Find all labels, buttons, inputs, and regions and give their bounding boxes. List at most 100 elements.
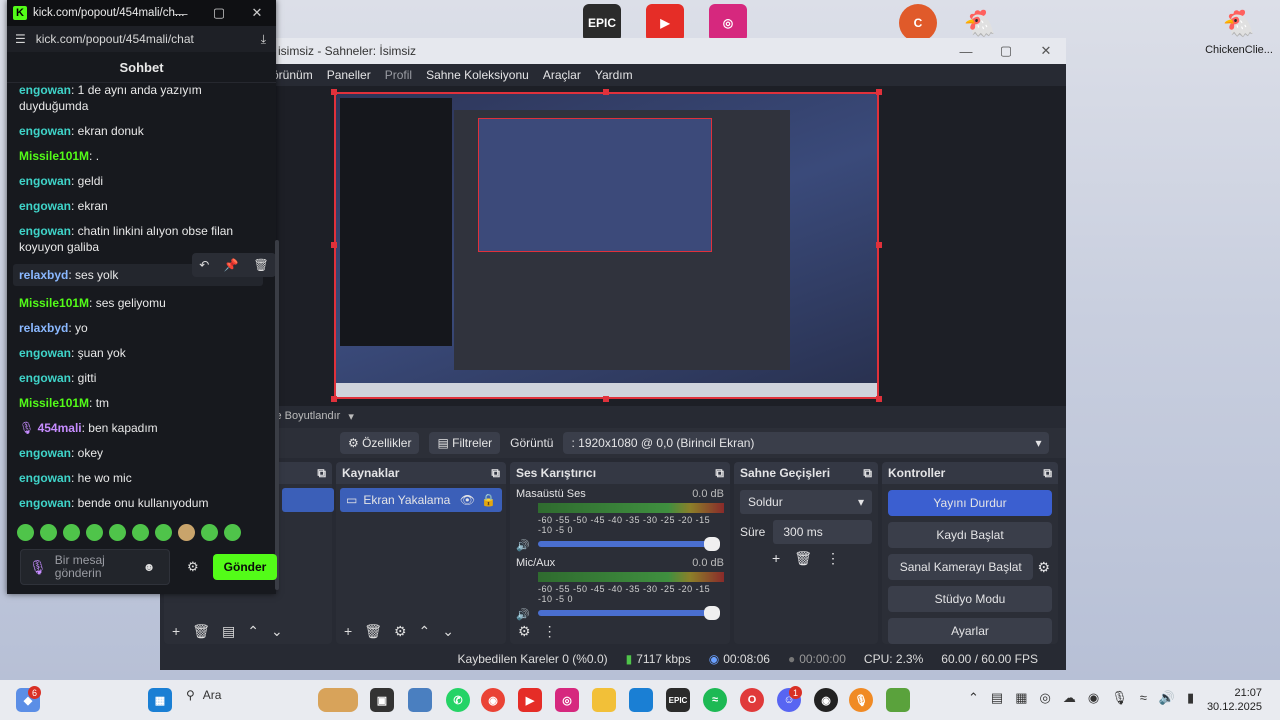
chat-username[interactable]: engowan — [19, 83, 71, 97]
chat-username[interactable]: Missile101M — [19, 296, 89, 310]
chat-username[interactable]: relaxbyd — [19, 321, 68, 335]
chat-message[interactable]: engowan: ekran — [7, 198, 269, 214]
filters-button[interactable]: ▤ Filtreler — [429, 432, 501, 454]
microphone-app-icon[interactable]: 🎙 — [849, 688, 873, 712]
resize-handle[interactable] — [876, 242, 882, 248]
epic-games-icon[interactable]: EPIC — [666, 688, 690, 712]
menu-view[interactable]: örünüm — [272, 68, 313, 82]
volume-icon[interactable]: 🔊 — [1159, 690, 1175, 706]
chat-username[interactable]: engowan — [19, 199, 71, 213]
chevron-up-icon[interactable]: ⌃ — [968, 690, 979, 706]
taskbar-search[interactable]: ⚲ Ara — [186, 688, 221, 702]
resize-handle[interactable] — [603, 89, 609, 95]
send-button[interactable]: Gönder — [213, 554, 277, 580]
start-virtual-camera-button[interactable]: Sanal Kamerayı Başlat — [888, 554, 1034, 580]
reply-icon[interactable]: ↶ — [199, 258, 209, 272]
trash-icon[interactable]: 🗑 — [253, 258, 268, 272]
volume-slider[interactable] — [538, 606, 720, 620]
chat-username[interactable]: engowan — [19, 346, 71, 360]
kick-url[interactable]: kick.com/popout/454mali/chat — [36, 32, 194, 46]
chat-message[interactable]: Missile101M: . — [7, 148, 269, 164]
pin-icon[interactable]: 📌 — [224, 258, 239, 272]
whatsapp-icon[interactable]: ✆ — [446, 688, 470, 712]
store-icon[interactable] — [629, 688, 653, 712]
search-highlight-icon[interactable] — [318, 688, 358, 712]
minimize-icon[interactable]: — — [946, 38, 986, 64]
menu-dots-icon[interactable]: ⋮ — [543, 623, 557, 640]
gear-icon[interactable]: ⚙ — [394, 623, 407, 640]
chat-message[interactable]: engowan: ekran donuk — [7, 123, 269, 139]
display-select[interactable]: : 1920x1080 @ 0,0 (Birincil Ekran) ▾ — [563, 432, 1050, 454]
tray-app-icon[interactable]: ▤ — [991, 690, 1003, 706]
chat-message[interactable]: engowan: gitti — [7, 370, 269, 386]
menu-dots-icon[interactable]: ⋮ — [826, 550, 840, 567]
tray-app-icon[interactable]: ▦ — [1015, 690, 1027, 706]
chat-username[interactable]: Missile101M — [19, 149, 89, 163]
menu-docks[interactable]: Paneller — [327, 68, 371, 82]
stop-stream-button[interactable]: Yayını Durdur — [888, 490, 1052, 516]
advanced-audio-icon[interactable]: ⚙ — [518, 623, 531, 640]
chat-username[interactable]: engowan — [19, 471, 71, 485]
start-recording-button[interactable]: Kaydı Başlat — [888, 522, 1052, 548]
settings-button[interactable]: Ayarlar — [888, 618, 1052, 644]
emote-icon[interactable] — [40, 524, 57, 541]
emote-icon[interactable] — [132, 524, 149, 541]
menu-scene-collection[interactable]: Sahne Koleksiyonu — [426, 68, 529, 82]
duration-spinbox[interactable]: 300 ms — [773, 520, 872, 544]
volume-slider[interactable] — [538, 537, 720, 551]
game-cube-icon[interactable] — [886, 688, 910, 712]
emote-icon[interactable] — [86, 524, 103, 541]
scale-option[interactable]: ve Boyutlandır ▾ — [270, 406, 354, 426]
spotify-icon[interactable]: ≈ — [703, 688, 727, 712]
emote-icon[interactable] — [155, 524, 172, 541]
chickenclicker-desktop-icon[interactable]: 🐔 ChickenClie... — [1204, 4, 1274, 57]
emote-icon[interactable] — [63, 524, 80, 541]
up-icon[interactable]: ⌃ — [419, 623, 431, 640]
chat-message-list[interactable]: engowan: 1 de aynı anda yazıyım duyduğum… — [7, 82, 269, 512]
chat-message[interactable]: engowan: şuan yok — [7, 345, 269, 361]
dock-popout-icon[interactable]: ⧉ — [863, 466, 872, 481]
chat-username[interactable]: Missile101M — [19, 396, 89, 410]
trash-icon[interactable]: 🗑 — [192, 623, 210, 640]
dock-popout-icon[interactable]: ⧉ — [317, 466, 326, 481]
chat-username[interactable]: engowan — [19, 174, 71, 188]
chat-username[interactable]: engowan — [19, 124, 71, 138]
menu-tools[interactable]: Araçlar — [543, 68, 581, 82]
resize-handle[interactable] — [331, 242, 337, 248]
chat-message[interactable]: engowan: okey — [7, 445, 269, 461]
menu-profile[interactable]: Profil — [385, 68, 412, 82]
maximize-icon[interactable]: ▢ — [200, 0, 238, 26]
transition-select[interactable]: Soldur ▾ — [740, 490, 872, 514]
start-icon[interactable]: ▦ — [148, 688, 172, 712]
chat-scrollbar[interactable] — [275, 240, 279, 590]
down-icon[interactable]: ⌄ — [442, 623, 454, 640]
dock-popout-icon[interactable]: ⧉ — [491, 466, 500, 481]
source-item[interactable]: ▭ Ekran Yakalama 👁 🔒 — [340, 488, 502, 512]
scene-item[interactable] — [282, 488, 334, 512]
trash-icon[interactable]: 🗑 — [364, 623, 382, 640]
properties-button[interactable]: ⚙ Özellikler — [340, 432, 420, 454]
speaker-icon[interactable]: 🔊 — [516, 539, 530, 552]
trash-icon[interactable]: 🗑 — [794, 550, 812, 567]
gear-icon[interactable]: ⚙ — [1037, 559, 1050, 576]
dock-popout-icon[interactable]: ⧉ — [715, 466, 724, 481]
emoji-icon[interactable]: ☻ — [143, 560, 156, 574]
opera-icon[interactable]: O — [740, 688, 764, 712]
emote-icon[interactable] — [224, 524, 241, 541]
resize-handle[interactable] — [876, 396, 882, 402]
dock-popout-icon[interactable]: ⧉ — [1043, 466, 1052, 481]
eye-icon[interactable]: 👁 — [460, 493, 475, 507]
studio-mode-button[interactable]: Stüdyo Modu — [888, 586, 1052, 612]
microphone-icon[interactable]: 🎙 — [1111, 690, 1128, 706]
close-icon[interactable]: ✕ — [238, 0, 276, 26]
chat-message[interactable]: Missile101M: tm — [7, 395, 269, 411]
emote-icon[interactable] — [17, 524, 34, 541]
chat-username[interactable]: engowan — [19, 446, 71, 460]
maximize-icon[interactable]: ▢ — [986, 38, 1026, 64]
close-icon[interactable]: ✕ — [1026, 38, 1066, 64]
instagram-icon[interactable]: ◎ — [555, 688, 579, 712]
add-icon[interactable]: + — [772, 550, 780, 567]
chat-message[interactable]: engowan: 1 de aynı anda yazıyım duyduğum… — [7, 82, 269, 114]
resize-handle[interactable] — [331, 89, 337, 95]
scene-preview[interactable] — [334, 92, 879, 399]
